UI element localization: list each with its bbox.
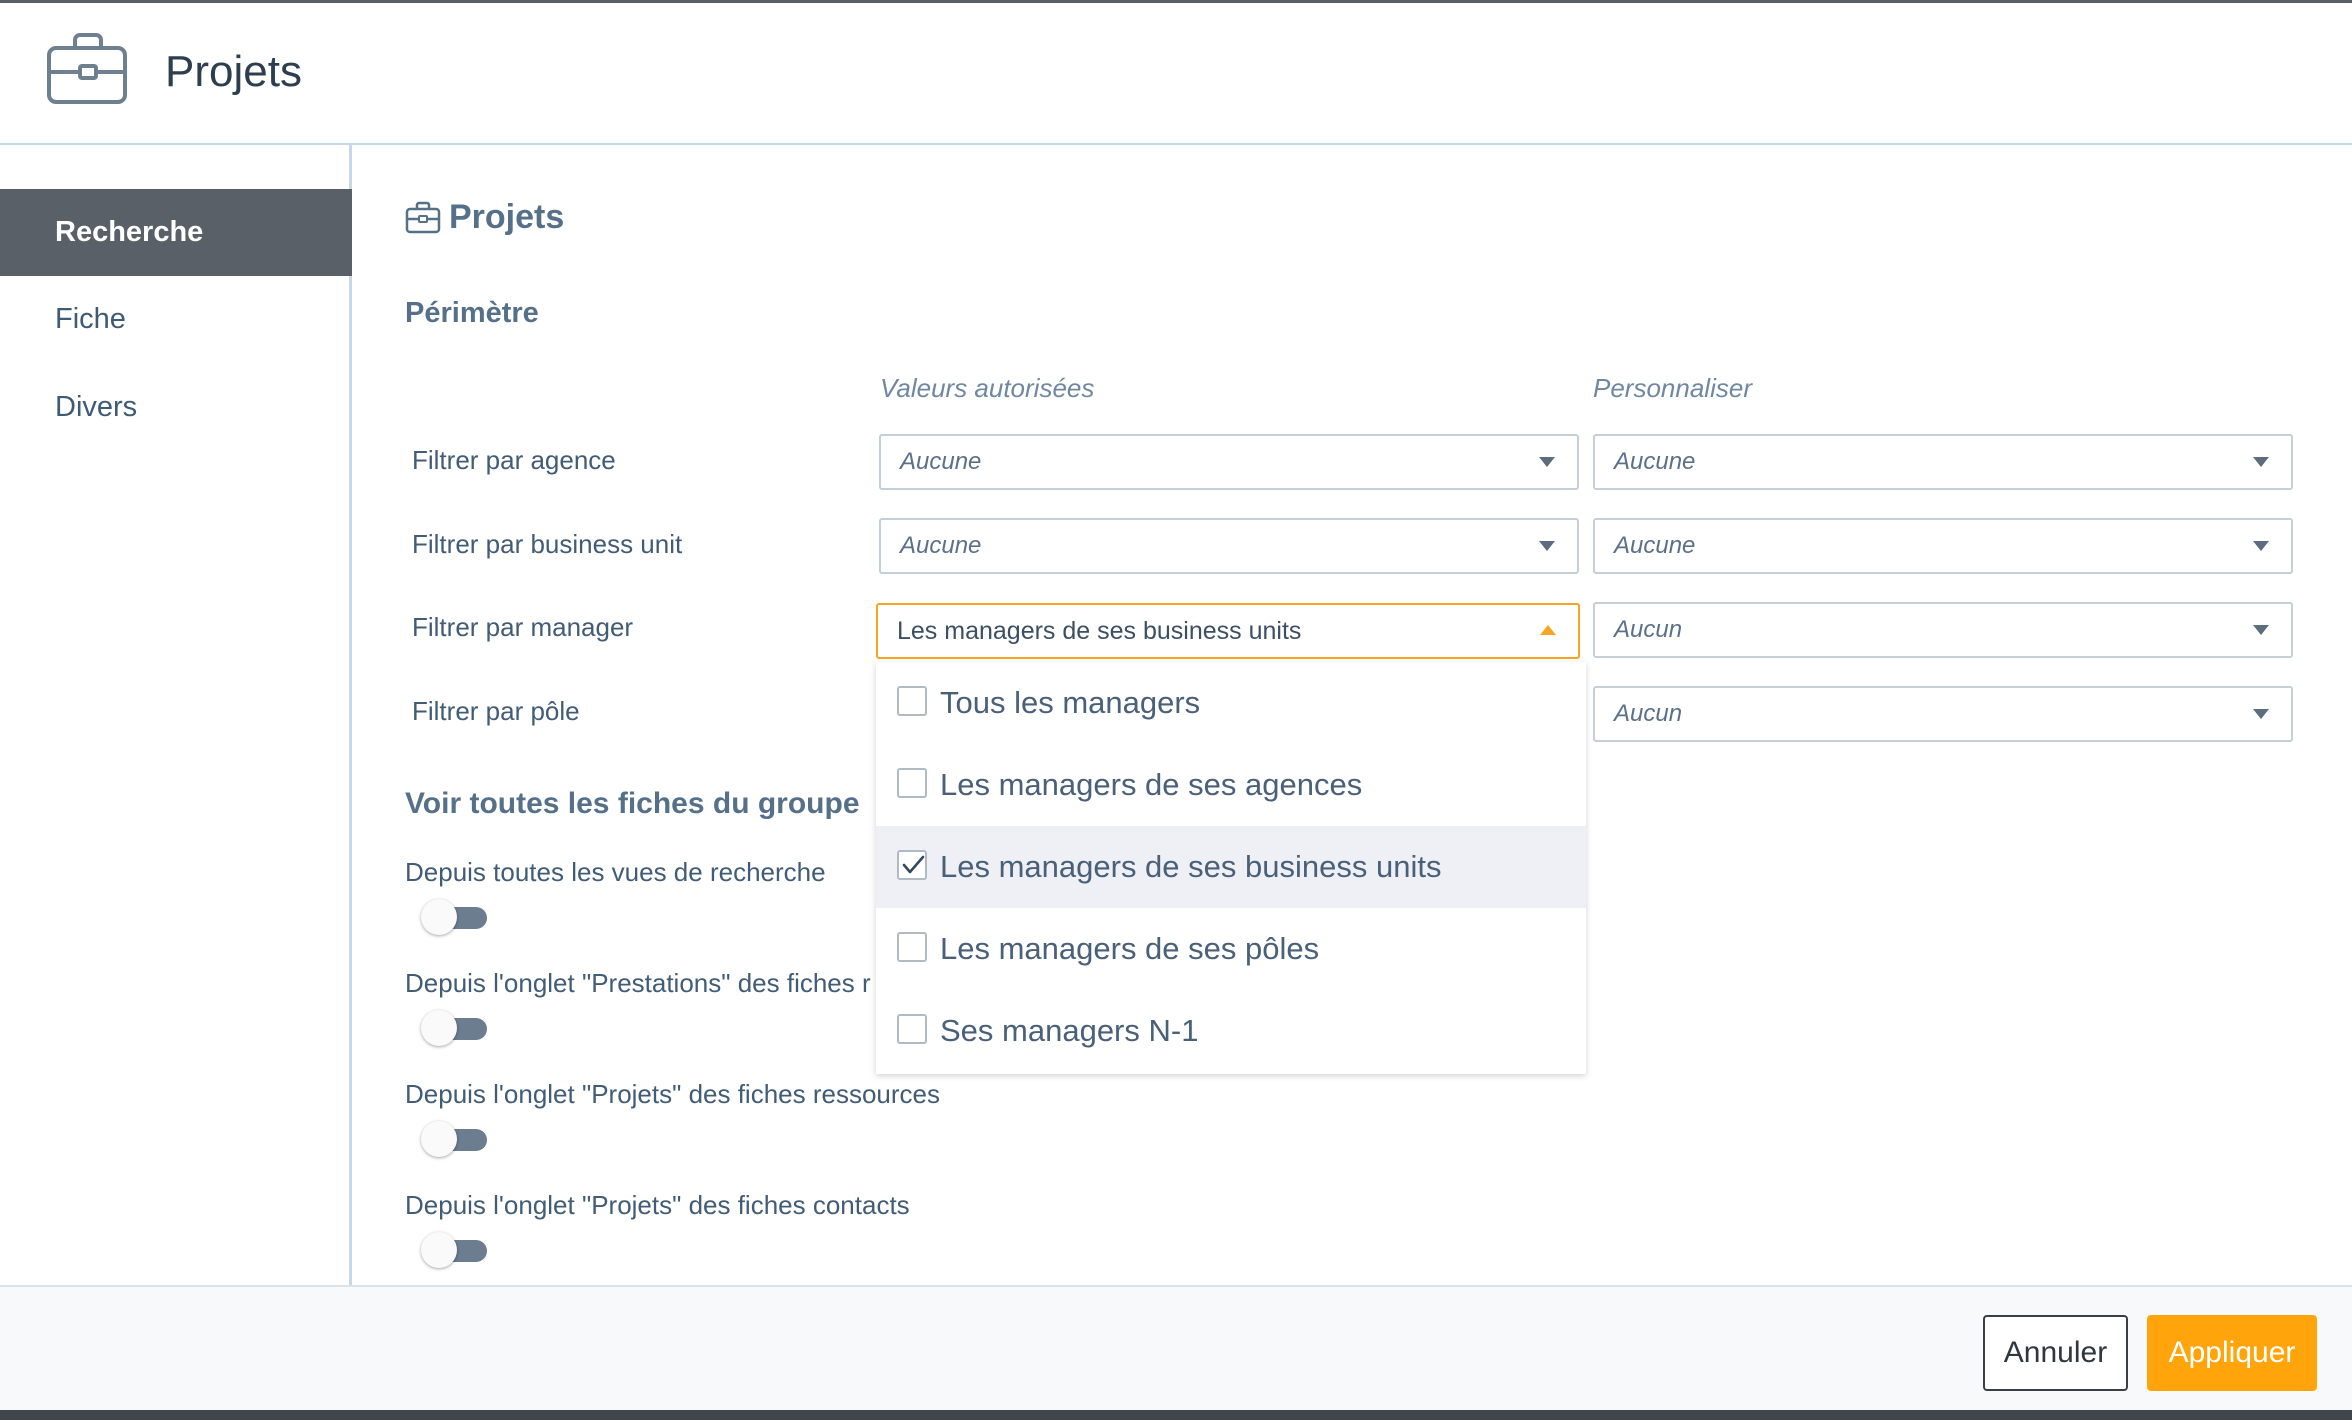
briefcase-icon xyxy=(405,201,441,235)
select-value: Aucune xyxy=(900,532,982,559)
checkbox[interactable] xyxy=(897,850,927,880)
sidebar-item-recherche[interactable]: Recherche xyxy=(0,189,352,276)
toggle-projets-ressources[interactable] xyxy=(421,1121,489,1157)
chevron-down-icon xyxy=(1539,457,1555,467)
option-label: Les managers de ses business units xyxy=(940,849,1442,884)
filter-manager-allowed-select[interactable]: Les managers de ses business units xyxy=(876,603,1580,659)
select-value: Aucun xyxy=(1614,616,1683,643)
option-label: Ses managers N-1 xyxy=(940,1013,1199,1048)
briefcase-icon xyxy=(46,30,130,108)
toggle-knob xyxy=(421,1121,457,1157)
dropdown-option[interactable]: Les managers de ses business units xyxy=(876,826,1586,908)
filter-agence-custom-select[interactable]: Aucune xyxy=(1593,434,2293,490)
chevron-down-icon xyxy=(2253,625,2269,635)
checkbox[interactable] xyxy=(897,768,927,798)
filter-agence-allowed-select[interactable]: Aucune xyxy=(879,434,1579,490)
modal-header: Projets xyxy=(0,3,2352,145)
background-overlay xyxy=(0,1410,2352,1420)
chevron-up-icon xyxy=(1540,625,1556,635)
sidebar-item-divers[interactable]: Divers xyxy=(0,364,352,451)
filter-manager-label: Filtrer par manager xyxy=(412,612,634,642)
select-value: Aucune xyxy=(900,448,982,475)
select-value: Aucun xyxy=(1614,700,1683,727)
filter-business-unit-custom-select[interactable]: Aucune xyxy=(1593,518,2293,574)
toggle-knob xyxy=(421,899,457,935)
option-label: Les managers de ses agences xyxy=(940,767,1363,802)
toggle-prestations[interactable] xyxy=(421,1010,489,1046)
checkbox[interactable] xyxy=(897,686,927,716)
filter-business-unit-allowed-select[interactable]: Aucune xyxy=(879,518,1579,574)
toggle-recherche[interactable] xyxy=(421,899,489,935)
modal-title: Projets xyxy=(165,47,302,96)
dropdown-option[interactable]: Tous les managers xyxy=(876,662,1586,744)
chevron-down-icon xyxy=(2253,709,2269,719)
sidebar: Recherche Fiche Divers xyxy=(0,145,352,1285)
filter-business-unit-label: Filtrer par business unit xyxy=(412,529,683,559)
toggle-knob xyxy=(421,1010,457,1046)
select-value: Aucune xyxy=(1614,532,1696,559)
apply-button[interactable]: Appliquer xyxy=(2147,1315,2317,1391)
option-label: Les managers de ses pôles xyxy=(940,931,1320,966)
toggle-label-recherche: Depuis toutes les vues de recherche xyxy=(405,857,826,887)
settings-modal: Projets Recherche Fiche Divers Projets P… xyxy=(0,3,2352,1410)
filter-agence-label: Filtrer par agence xyxy=(412,445,616,475)
group-heading: Voir toutes les fiches du groupe xyxy=(405,787,860,820)
select-value: Les managers de ses business units xyxy=(897,617,1302,645)
column-header-custom: Personnaliser xyxy=(1593,373,1752,403)
cancel-button[interactable]: Annuler xyxy=(1983,1315,2128,1391)
toggle-label-prestations: Depuis l'onglet "Prestations" des fiches… xyxy=(405,968,871,998)
toggle-label-projets-ressources: Depuis l'onglet "Projets" des fiches res… xyxy=(405,1079,941,1109)
section-title: Projets xyxy=(449,198,565,236)
perimetre-heading: Périmètre xyxy=(405,297,539,329)
toggle-knob xyxy=(421,1232,457,1268)
toggle-projets-contacts[interactable] xyxy=(421,1232,489,1268)
dropdown-option[interactable]: Les managers de ses pôles xyxy=(876,908,1586,990)
select-value: Aucune xyxy=(1614,448,1696,475)
filter-pole-custom-select[interactable]: Aucun xyxy=(1593,686,2293,742)
toggle-label-projets-contacts: Depuis l'onglet "Projets" des fiches con… xyxy=(405,1190,910,1220)
chevron-down-icon xyxy=(1539,541,1555,551)
checkbox[interactable] xyxy=(897,932,927,962)
column-header-allowed: Valeurs autorisées xyxy=(880,373,1095,403)
filter-manager-custom-select[interactable]: Aucun xyxy=(1593,602,2293,658)
manager-dropdown-menu: Tous les managers Les managers de ses ag… xyxy=(876,662,1586,1074)
filter-pole-label: Filtrer par pôle xyxy=(412,696,580,726)
modal-footer: Annuler Appliquer xyxy=(0,1285,2352,1410)
chevron-down-icon xyxy=(2253,457,2269,467)
option-label: Tous les managers xyxy=(940,685,1201,720)
checkmark-icon xyxy=(902,855,925,874)
checkbox[interactable] xyxy=(897,1014,927,1044)
chevron-down-icon xyxy=(2253,541,2269,551)
sidebar-item-fiche[interactable]: Fiche xyxy=(0,276,352,363)
dropdown-option[interactable]: Les managers de ses agences xyxy=(876,744,1586,826)
dropdown-option[interactable]: Ses managers N-1 xyxy=(876,990,1586,1072)
